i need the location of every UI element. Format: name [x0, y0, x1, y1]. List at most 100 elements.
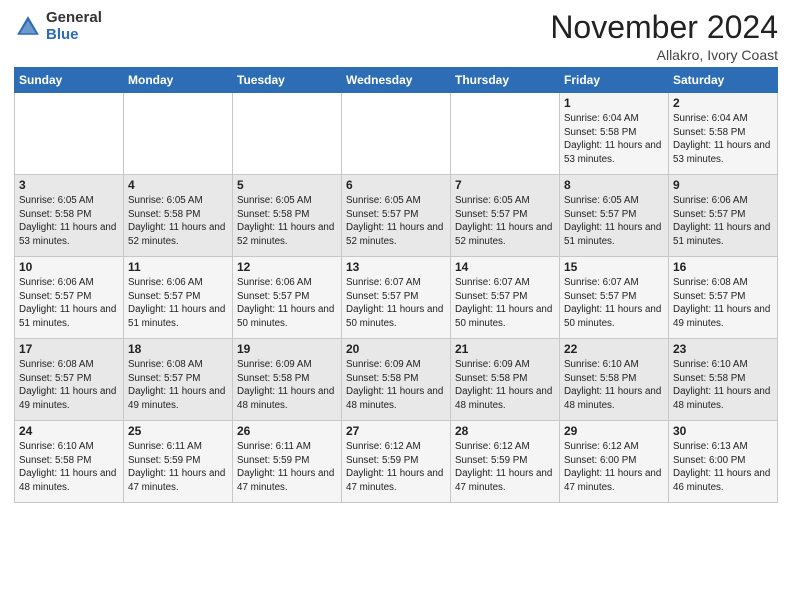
- day-number: 10: [19, 260, 119, 274]
- cell-3-5: 22 Sunrise: 6:10 AM Sunset: 5:58 PM Dayli…: [560, 339, 669, 421]
- cell-2-6: 16 Sunrise: 6:08 AM Sunset: 5:57 PM Dayli…: [669, 257, 778, 339]
- col-friday: Friday: [560, 68, 669, 93]
- cell-4-1: 25 Sunrise: 6:11 AM Sunset: 5:59 PM Dayli…: [124, 421, 233, 503]
- logo-blue: Blue: [46, 27, 102, 44]
- day-number: 28: [455, 424, 555, 438]
- day-number: 22: [564, 342, 664, 356]
- cell-info: Sunrise: 6:12 AM Sunset: 6:00 PM Dayligh…: [564, 440, 664, 494]
- day-number: 13: [346, 260, 446, 274]
- day-number: 25: [128, 424, 228, 438]
- cell-1-6: 9 Sunrise: 6:06 AM Sunset: 5:57 PM Daylig…: [669, 175, 778, 257]
- cell-2-2: 12 Sunrise: 6:06 AM Sunset: 5:57 PM Dayli…: [233, 257, 342, 339]
- cell-3-4: 21 Sunrise: 6:09 AM Sunset: 5:58 PM Dayli…: [451, 339, 560, 421]
- col-sunday: Sunday: [15, 68, 124, 93]
- day-number: 1: [564, 96, 664, 110]
- week-row-4: 17Sunrise: 6:08 AM Sunset: 5:57 PM Dayli…: [15, 339, 778, 421]
- logo-icon: [14, 13, 42, 41]
- cell-3-6: 23Sunrise: 6:10 AM Sunset: 5:58 PM Dayli…: [669, 339, 778, 421]
- cell-info: Sunrise: 6:09 AM Sunset: 5:58 PM Dayligh…: [455, 358, 555, 412]
- cell-0-1: [124, 93, 233, 175]
- cell-3-0: 17Sunrise: 6:08 AM Sunset: 5:57 PM Dayli…: [15, 339, 124, 421]
- cell-0-6: 2 Sunrise: 6:04 AM Sunset: 5:58 PM Daylig…: [669, 93, 778, 175]
- cell-info: Sunrise: 6:05 AM Sunset: 5:58 PM Dayligh…: [128, 194, 228, 248]
- week-row-3: 10 Sunrise: 6:06 AM Sunset: 5:57 PM Dayli…: [15, 257, 778, 339]
- col-thursday: Thursday: [451, 68, 560, 93]
- header: General Blue November 2024 Allakro, Ivor…: [14, 10, 778, 63]
- day-number: 16: [673, 260, 773, 274]
- logo-text: General Blue: [46, 10, 102, 43]
- cell-info: Sunrise: 6:12 AM Sunset: 5:59 PM Dayligh…: [455, 440, 555, 494]
- day-number: 30: [673, 424, 773, 438]
- col-saturday: Saturday: [669, 68, 778, 93]
- cell-0-4: [451, 93, 560, 175]
- day-number: 2: [673, 96, 773, 110]
- day-number: 19: [237, 342, 337, 356]
- cell-info: Sunrise: 6:13 AM Sunset: 6:00 PM Dayligh…: [673, 440, 773, 494]
- cell-info: Sunrise: 6:06 AM Sunset: 5:57 PM Dayligh…: [128, 276, 228, 330]
- day-number: 17: [19, 342, 119, 356]
- cell-4-2: 26Sunrise: 6:11 AM Sunset: 5:59 PM Dayli…: [233, 421, 342, 503]
- cell-info: Sunrise: 6:04 AM Sunset: 5:58 PM Dayligh…: [564, 112, 664, 166]
- cell-info: Sunrise: 6:04 AM Sunset: 5:58 PM Dayligh…: [673, 112, 773, 166]
- cell-1-2: 5 Sunrise: 6:05 AM Sunset: 5:58 PM Daylig…: [233, 175, 342, 257]
- cell-0-0: [15, 93, 124, 175]
- cell-info: Sunrise: 6:10 AM Sunset: 5:58 PM Dayligh…: [564, 358, 664, 412]
- page: General Blue November 2024 Allakro, Ivor…: [0, 0, 792, 612]
- day-number: 27: [346, 424, 446, 438]
- cell-4-5: 29Sunrise: 6:12 AM Sunset: 6:00 PM Dayli…: [560, 421, 669, 503]
- cell-2-0: 10 Sunrise: 6:06 AM Sunset: 5:57 PM Dayli…: [15, 257, 124, 339]
- cell-info: Sunrise: 6:05 AM Sunset: 5:58 PM Dayligh…: [19, 194, 119, 248]
- header-row: Sunday Monday Tuesday Wednesday Thursday…: [15, 68, 778, 93]
- day-number: 5: [237, 178, 337, 192]
- cell-2-1: 11 Sunrise: 6:06 AM Sunset: 5:57 PM Dayli…: [124, 257, 233, 339]
- day-number: 24: [19, 424, 119, 438]
- day-number: 6: [346, 178, 446, 192]
- day-number: 21: [455, 342, 555, 356]
- cell-1-3: 6 Sunrise: 6:05 AM Sunset: 5:57 PM Daylig…: [342, 175, 451, 257]
- cell-info: Sunrise: 6:11 AM Sunset: 5:59 PM Dayligh…: [128, 440, 228, 494]
- day-number: 26: [237, 424, 337, 438]
- title-block: November 2024 Allakro, Ivory Coast: [550, 10, 778, 63]
- col-wednesday: Wednesday: [342, 68, 451, 93]
- week-row-5: 24Sunrise: 6:10 AM Sunset: 5:58 PM Dayli…: [15, 421, 778, 503]
- cell-info: Sunrise: 6:06 AM Sunset: 5:57 PM Dayligh…: [237, 276, 337, 330]
- day-number: 14: [455, 260, 555, 274]
- cell-info: Sunrise: 6:05 AM Sunset: 5:58 PM Dayligh…: [237, 194, 337, 248]
- cell-3-2: 19 Sunrise: 6:09 AM Sunset: 5:58 PM Dayli…: [233, 339, 342, 421]
- cell-info: Sunrise: 6:05 AM Sunset: 5:57 PM Dayligh…: [564, 194, 664, 248]
- week-row-2: 3Sunrise: 6:05 AM Sunset: 5:58 PM Daylig…: [15, 175, 778, 257]
- week-row-1: 1 Sunrise: 6:04 AM Sunset: 5:58 PM Daylig…: [15, 93, 778, 175]
- cell-0-3: [342, 93, 451, 175]
- cell-info: Sunrise: 6:07 AM Sunset: 5:57 PM Dayligh…: [564, 276, 664, 330]
- cell-1-0: 3Sunrise: 6:05 AM Sunset: 5:58 PM Daylig…: [15, 175, 124, 257]
- cell-info: Sunrise: 6:07 AM Sunset: 5:57 PM Dayligh…: [346, 276, 446, 330]
- cell-info: Sunrise: 6:09 AM Sunset: 5:58 PM Dayligh…: [346, 358, 446, 412]
- cell-info: Sunrise: 6:09 AM Sunset: 5:58 PM Dayligh…: [237, 358, 337, 412]
- cell-info: Sunrise: 6:08 AM Sunset: 5:57 PM Dayligh…: [673, 276, 773, 330]
- logo: General Blue: [14, 10, 102, 43]
- day-number: 4: [128, 178, 228, 192]
- day-number: 18: [128, 342, 228, 356]
- cell-3-3: 20Sunrise: 6:09 AM Sunset: 5:58 PM Dayli…: [342, 339, 451, 421]
- cell-info: Sunrise: 6:06 AM Sunset: 5:57 PM Dayligh…: [673, 194, 773, 248]
- day-number: 11: [128, 260, 228, 274]
- day-number: 9: [673, 178, 773, 192]
- day-number: 12: [237, 260, 337, 274]
- cell-1-5: 8 Sunrise: 6:05 AM Sunset: 5:57 PM Daylig…: [560, 175, 669, 257]
- cell-info: Sunrise: 6:05 AM Sunset: 5:57 PM Dayligh…: [346, 194, 446, 248]
- day-number: 15: [564, 260, 664, 274]
- cell-3-1: 18Sunrise: 6:08 AM Sunset: 5:57 PM Dayli…: [124, 339, 233, 421]
- cell-4-6: 30 Sunrise: 6:13 AM Sunset: 6:00 PM Dayli…: [669, 421, 778, 503]
- cell-info: Sunrise: 6:06 AM Sunset: 5:57 PM Dayligh…: [19, 276, 119, 330]
- cell-1-1: 4 Sunrise: 6:05 AM Sunset: 5:58 PM Daylig…: [124, 175, 233, 257]
- day-number: 8: [564, 178, 664, 192]
- cell-info: Sunrise: 6:12 AM Sunset: 5:59 PM Dayligh…: [346, 440, 446, 494]
- col-tuesday: Tuesday: [233, 68, 342, 93]
- cell-0-2: [233, 93, 342, 175]
- cell-info: Sunrise: 6:07 AM Sunset: 5:57 PM Dayligh…: [455, 276, 555, 330]
- cell-1-4: 7Sunrise: 6:05 AM Sunset: 5:57 PM Daylig…: [451, 175, 560, 257]
- cell-4-0: 24Sunrise: 6:10 AM Sunset: 5:58 PM Dayli…: [15, 421, 124, 503]
- cell-0-5: 1 Sunrise: 6:04 AM Sunset: 5:58 PM Daylig…: [560, 93, 669, 175]
- cell-info: Sunrise: 6:05 AM Sunset: 5:57 PM Dayligh…: [455, 194, 555, 248]
- cell-4-3: 27 Sunrise: 6:12 AM Sunset: 5:59 PM Dayli…: [342, 421, 451, 503]
